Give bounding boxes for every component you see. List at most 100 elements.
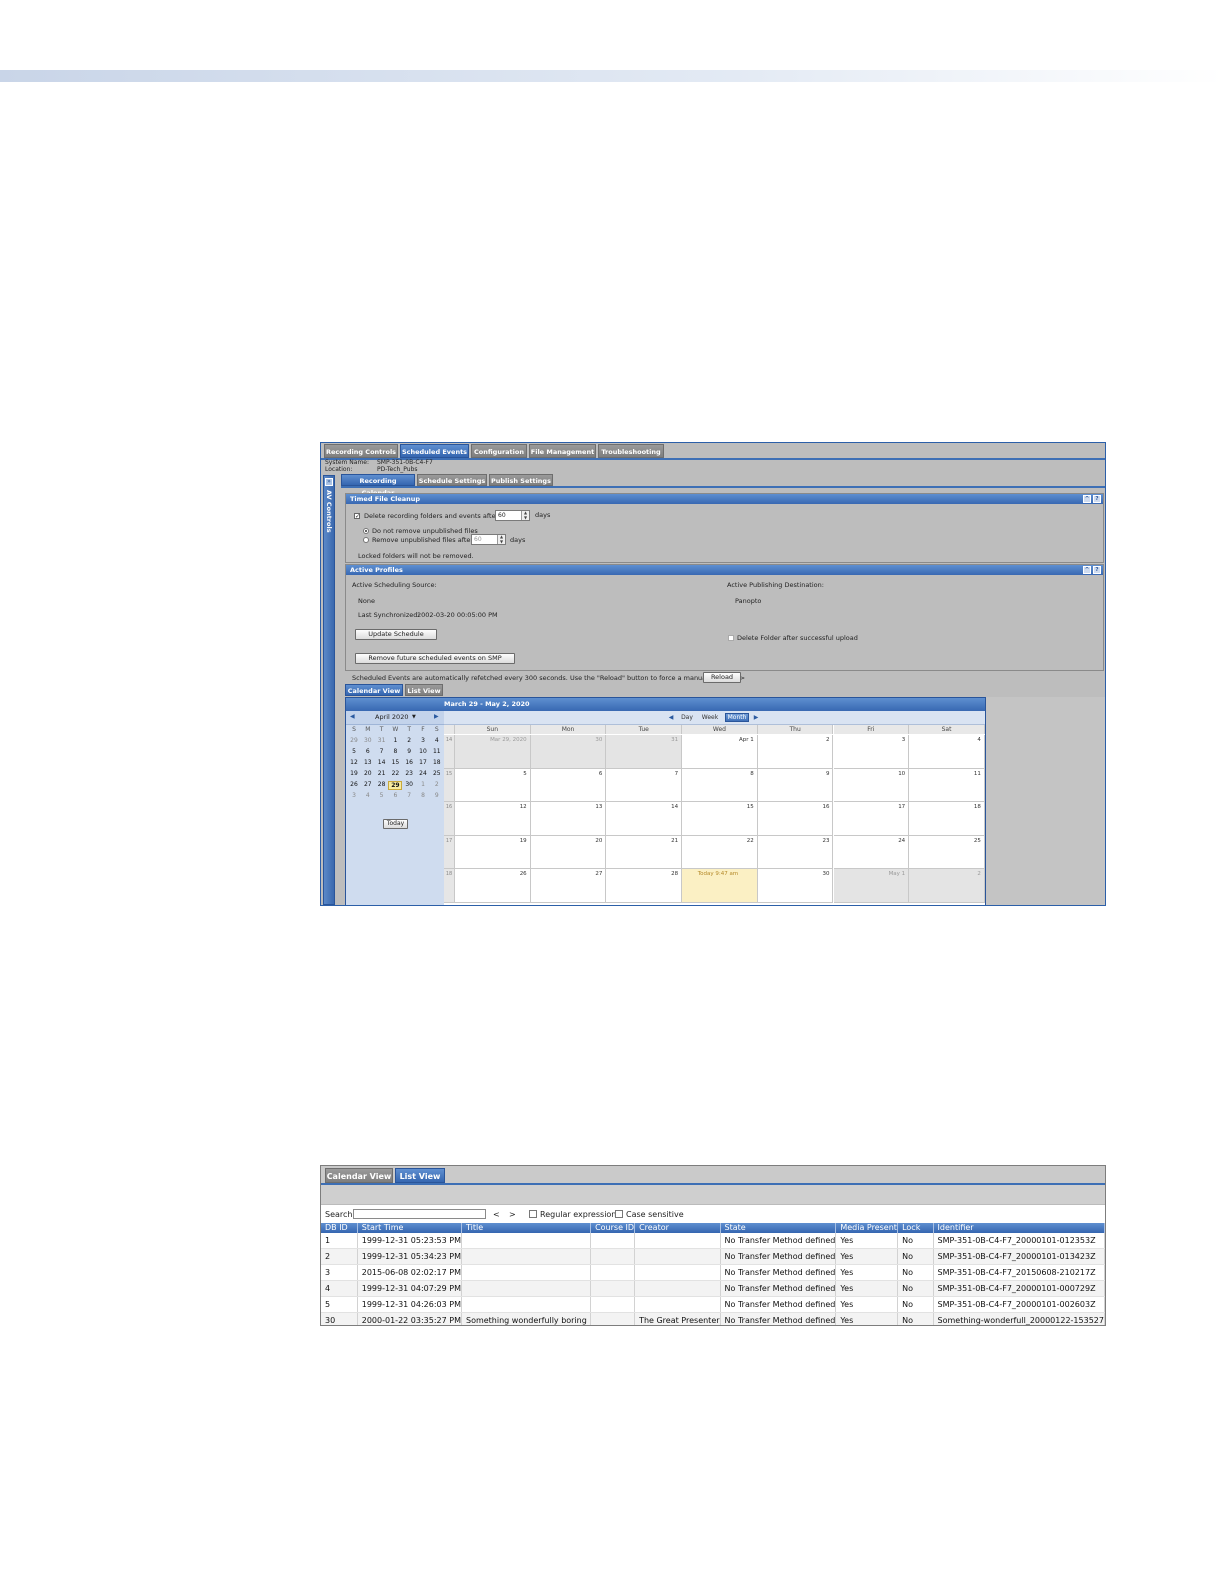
mini-calendar-day[interactable]: 7: [375, 748, 389, 757]
delete-folders-checkbox[interactable]: ✓: [354, 513, 360, 520]
tab-configuration[interactable]: Configuration: [471, 444, 527, 458]
mini-calendar-day[interactable]: 9: [402, 748, 416, 757]
mini-calendar-day[interactable]: 20: [361, 770, 375, 779]
calendar-day-cell[interactable]: 22: [682, 835, 758, 870]
mini-calendar-day[interactable]: 29: [388, 781, 403, 790]
table-row[interactable]: 5 1999-12-31 04:26:03 PM No Transfer Metho…: [321, 1296, 1105, 1313]
delete-days-stepper[interactable]: 60 ▲ ▼: [495, 510, 530, 521]
mini-calendar-day[interactable]: 4: [430, 737, 444, 746]
calendar-day-cell[interactable]: 20: [530, 835, 607, 870]
calendar-day-cell[interactable]: 3: [833, 735, 910, 769]
remove-future-events-button[interactable]: Remove future scheduled events on SMP: [355, 653, 515, 664]
column-header[interactable]: Title: [461, 1223, 592, 1233]
help-icon[interactable]: ?: [1093, 566, 1101, 574]
calendar-day-cell[interactable]: 8: [682, 768, 758, 803]
tab-publish-settings[interactable]: Publish Settings: [489, 474, 553, 486]
calendar-day-cell[interactable]: 15: [682, 802, 758, 836]
delete-folder-checkbox[interactable]: [728, 635, 734, 641]
mini-calendar-day[interactable]: 15: [388, 759, 402, 768]
tab-list-view[interactable]: List View: [405, 684, 443, 696]
calendar-day-cell[interactable]: 26: [455, 869, 531, 903]
month-dropdown-icon[interactable]: ▼: [412, 714, 416, 720]
spinner-arrows-icon[interactable]: ▲ ▼: [497, 534, 505, 544]
calendar-day-cell[interactable]: 7: [606, 768, 683, 803]
calendar-day-cell[interactable]: 30: [530, 735, 607, 769]
mini-calendar-day[interactable]: 13: [361, 759, 375, 768]
mini-calendar-day[interactable]: 1: [388, 737, 402, 746]
mini-calendar-day[interactable]: 14: [375, 759, 389, 768]
calendar-day-cell[interactable]: 23: [757, 835, 834, 870]
calendar-day-cell[interactable]: Today 9:47 am: [682, 869, 758, 903]
mini-calendar-day[interactable]: 18: [430, 759, 444, 768]
mini-calendar-day[interactable]: 1: [416, 781, 430, 790]
column-header[interactable]: Identifier: [933, 1223, 1105, 1233]
calendar-day-cell[interactable]: Apr 1: [682, 735, 758, 769]
mini-calendar-day[interactable]: 8: [388, 748, 402, 757]
calendar-day-cell[interactable]: 11: [909, 768, 985, 803]
mini-calendar-day[interactable]: 30: [361, 737, 375, 746]
reload-button[interactable]: Reload: [703, 672, 741, 683]
mini-calendar-day[interactable]: 25: [430, 770, 444, 779]
mini-calendar-day[interactable]: 26: [347, 781, 361, 790]
mini-calendar-day[interactable]: 3: [416, 737, 430, 746]
tab-recording-calendar[interactable]: Recording Calendar: [341, 474, 415, 497]
av-controls-sidebar[interactable]: » AV Controls: [323, 475, 335, 905]
tab-scheduled-events[interactable]: Scheduled Events: [400, 444, 469, 458]
mini-calendar-day[interactable]: 6: [388, 792, 402, 801]
table-row[interactable]: 3 2015-06-08 02:02:17 PM No Transfer Metho…: [321, 1264, 1105, 1281]
regex-checkbox[interactable]: [529, 1210, 537, 1218]
calendar-day-cell[interactable]: 2: [909, 869, 985, 903]
calendar-day-cell[interactable]: 13: [530, 802, 607, 836]
mini-calendar-day[interactable]: 12: [347, 759, 361, 768]
mini-calendar-day[interactable]: 30: [402, 781, 416, 790]
tab-file-management[interactable]: File Management: [529, 444, 596, 458]
calendar-day-cell[interactable]: 19: [455, 835, 531, 870]
tab-list-view[interactable]: List View: [395, 1168, 445, 1183]
mini-calendar-day[interactable]: 31: [375, 737, 389, 746]
search-prev-button[interactable]: <: [493, 1210, 500, 1219]
mini-month-label[interactable]: April 2020: [375, 713, 408, 721]
mini-calendar-day[interactable]: 29: [347, 737, 361, 746]
calendar-day-cell[interactable]: 12: [455, 802, 531, 836]
mini-calendar-day[interactable]: 27: [361, 781, 375, 790]
tab-troubleshooting[interactable]: Troubleshooting: [598, 444, 664, 458]
calendar-day-cell[interactable]: 21: [606, 835, 683, 870]
mini-calendar-day[interactable]: 7: [402, 792, 416, 801]
calendar-day-cell[interactable]: 31: [606, 735, 683, 769]
mini-calendar-day[interactable]: 5: [375, 792, 389, 801]
table-row[interactable]: 2 1999-12-31 05:34:23 PM No Transfer Metho…: [321, 1248, 1105, 1265]
column-header[interactable]: Media Present: [835, 1223, 899, 1233]
next-range-icon[interactable]: ▶: [752, 713, 760, 722]
calendar-day-cell[interactable]: Mar 29, 2020: [455, 735, 531, 769]
mini-calendar-day[interactable]: 3: [347, 792, 361, 801]
remove-days-stepper[interactable]: 60 ▲ ▼: [471, 534, 506, 545]
tab-schedule-settings[interactable]: Schedule Settings: [417, 474, 487, 486]
calendar-day-cell[interactable]: May 1: [833, 869, 910, 903]
mini-calendar-day[interactable]: 2: [402, 737, 416, 746]
calendar-day-cell[interactable]: 24: [833, 835, 910, 870]
today-button[interactable]: Today: [383, 819, 408, 829]
day-view-button[interactable]: Day: [679, 713, 695, 722]
calendar-day-cell[interactable]: 2: [757, 735, 834, 769]
search-next-button[interactable]: >: [509, 1210, 516, 1219]
mini-calendar-day[interactable]: 4: [361, 792, 375, 801]
mini-calendar-day[interactable]: 24: [416, 770, 430, 779]
column-header[interactable]: State: [720, 1223, 837, 1233]
calendar-day-cell[interactable]: 9: [757, 768, 834, 803]
column-header[interactable]: Creator: [634, 1223, 721, 1233]
update-schedule-button[interactable]: Update Schedule: [355, 629, 437, 640]
calendar-day-cell[interactable]: 30: [757, 869, 834, 903]
mini-calendar-day[interactable]: 22: [388, 770, 402, 779]
case-sensitive-checkbox[interactable]: [615, 1210, 623, 1218]
calendar-day-cell[interactable]: 10: [833, 768, 910, 803]
expand-icon[interactable]: »: [325, 478, 333, 486]
mini-calendar-day[interactable]: 8: [416, 792, 430, 801]
keep-unpublished-radio[interactable]: [363, 528, 369, 534]
mini-calendar-day[interactable]: 6: [361, 748, 375, 757]
calendar-day-cell[interactable]: 5: [455, 768, 531, 803]
mini-calendar-day[interactable]: 21: [375, 770, 389, 779]
prev-range-icon[interactable]: ◀: [667, 713, 675, 722]
calendar-day-cell[interactable]: 14: [606, 802, 683, 836]
calendar-day-cell[interactable]: 25: [909, 835, 985, 870]
column-header[interactable]: DB ID: [321, 1223, 358, 1233]
